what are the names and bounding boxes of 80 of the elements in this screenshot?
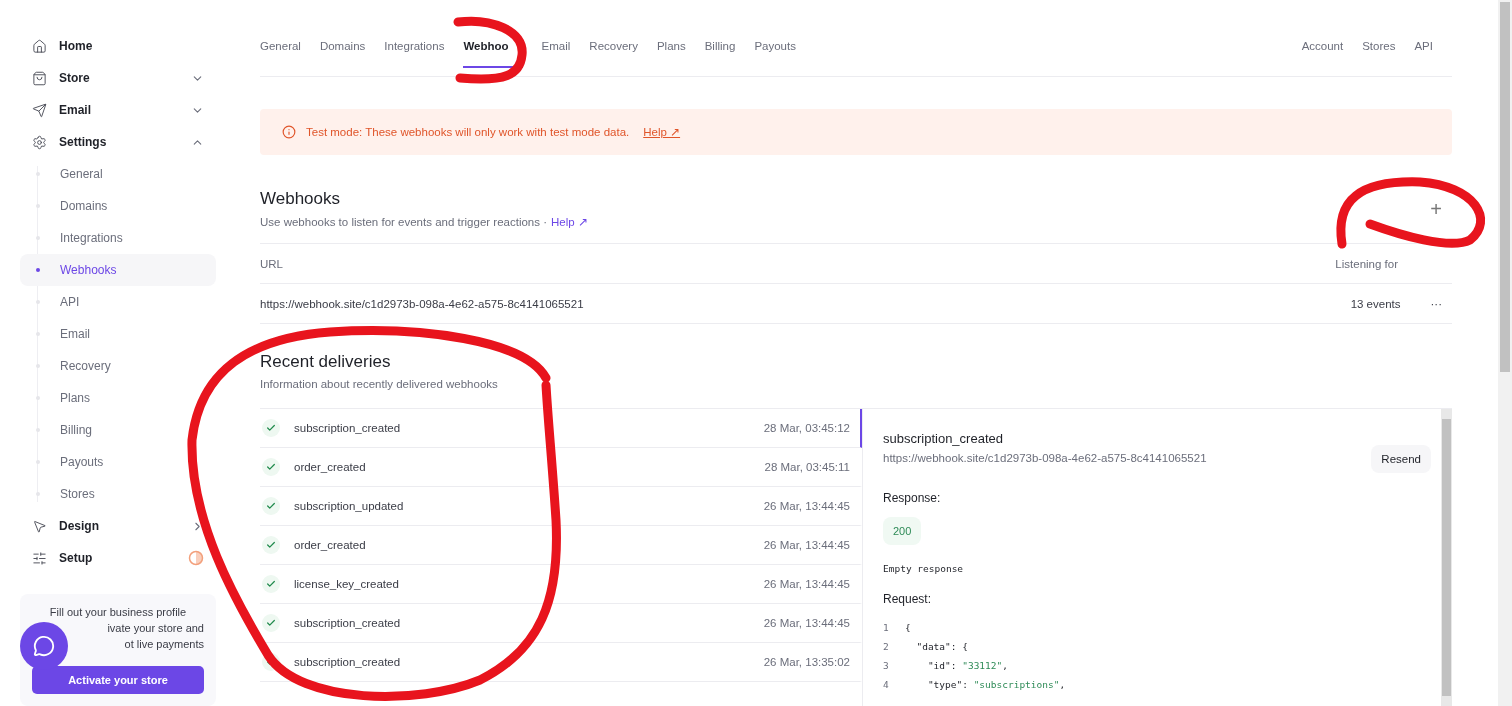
sidebar-subitem[interactable]: Plans xyxy=(20,382,216,414)
activate-store-button[interactable]: Activate your store xyxy=(32,666,204,694)
code-line: "type": "subscriptions", xyxy=(926,679,1066,690)
info-icon xyxy=(282,125,296,139)
delivery-row[interactable]: order_created 28 Mar, 03:45:11 xyxy=(260,448,862,487)
sidebar-item[interactable]: Email xyxy=(20,94,216,126)
tab[interactable]: Payouts xyxy=(754,34,796,68)
tab[interactable]: API xyxy=(1414,34,1433,68)
request-label: Request: xyxy=(883,592,933,606)
banner-text: Test mode: These webhooks will only work with test mode data. xyxy=(306,126,630,138)
shopping-bag-icon xyxy=(32,70,47,86)
delivery-row[interactable]: subscription_updated 26 Mar, 13:44:45 xyxy=(260,487,862,526)
paper-plane-icon xyxy=(32,102,47,118)
line-number: 3 xyxy=(883,660,890,671)
line-number: 2 xyxy=(883,641,890,652)
sidebar-item[interactable]: Settings xyxy=(20,126,216,158)
sidebar-item[interactable]: Home xyxy=(20,30,216,62)
code-line: "id": "33112", xyxy=(926,660,1008,671)
line-number: 1 xyxy=(883,622,890,633)
scrollbar[interactable] xyxy=(1441,409,1452,706)
code-line: { xyxy=(905,622,911,633)
tab[interactable]: Stores xyxy=(1362,34,1396,68)
sidebar-item[interactable]: Store xyxy=(20,62,216,94)
scrollbar[interactable] xyxy=(1498,0,1512,706)
chat-button[interactable] xyxy=(20,622,68,670)
response-label: Response: xyxy=(883,491,942,505)
sidebar-subitem[interactable]: Integrations xyxy=(20,222,216,254)
sidebar-subitem[interactable]: Domains xyxy=(20,190,216,222)
delivery-row[interactable]: subscription_created 26 Mar, 13:44:45 xyxy=(260,604,862,643)
settings-icon xyxy=(32,134,47,150)
help-link[interactable]: Help ↗ xyxy=(551,216,588,228)
sidebar-subitem[interactable]: Email xyxy=(20,318,216,350)
tab[interactable]: Email xyxy=(541,34,571,68)
promo-text: Fill out your business profile xyxy=(49,605,187,620)
sidebar-subitem[interactable]: Billing xyxy=(20,414,216,446)
line-number: 4 xyxy=(883,679,890,690)
promo-text: ivate your store and xyxy=(107,621,204,636)
webhook-url: https://webhook.site/c1d2973b-098a-4e62-a575-8c4141065521 xyxy=(883,452,1207,464)
tab[interactable]: Account xyxy=(1301,34,1344,68)
tab[interactable]: Webhoo xyxy=(463,34,523,68)
tab[interactable]: Plans xyxy=(656,34,686,68)
progress-ring-icon xyxy=(188,550,204,566)
tab[interactable]: Integrations xyxy=(384,34,445,68)
table-cell: 13 events xyxy=(1350,297,1401,310)
sidebar-item[interactable]: Setup xyxy=(20,542,216,574)
sidebar-item[interactable]: Design xyxy=(20,510,216,542)
section-title: Webhooks xyxy=(260,189,341,209)
event-title: subscription_created xyxy=(883,431,1004,446)
delivery-row[interactable]: order_created 26 Mar, 13:44:45 xyxy=(260,526,862,565)
resend-button[interactable]: Resend xyxy=(1371,445,1431,473)
tab[interactable]: Domains xyxy=(319,34,366,68)
response-body: Empty response xyxy=(883,563,965,574)
sidebar-subitem[interactable]: Recovery xyxy=(20,350,216,382)
add-button[interactable]: + xyxy=(1420,197,1452,221)
more-button[interactable]: ··· xyxy=(1430,297,1442,310)
home-icon xyxy=(32,38,47,54)
table-cell-text: https://webhook.site/c1d2973b-098a-4e62-a575-8c4141065521 xyxy=(260,297,585,310)
delivery-row[interactable]: subscription_created 28 Mar, 03:45:12 xyxy=(260,409,862,448)
column-header: Listening for xyxy=(1335,257,1399,270)
section-subtitle: Use webhooks to listen for events and trigger reactions · xyxy=(260,216,547,228)
status-badge: 200 xyxy=(883,517,922,545)
sidebar-subitem[interactable]: General xyxy=(20,158,216,190)
section-title: Recent deliveries xyxy=(260,352,392,372)
tab[interactable]: Recovery xyxy=(589,34,638,68)
sidebar-subitem[interactable]: Stores xyxy=(20,478,216,510)
cursor-icon xyxy=(32,518,47,534)
help-link[interactable]: Help ↗ xyxy=(643,125,681,139)
sidebar-subitem[interactable]: Payouts xyxy=(20,446,216,478)
sliders-icon xyxy=(32,550,47,566)
column-header: URL xyxy=(260,257,284,270)
tab[interactable]: Billing xyxy=(704,34,736,68)
code-line: "data": { xyxy=(915,641,968,652)
tab[interactable]: General xyxy=(260,34,301,68)
delivery-row[interactable]: subscription_created 26 Mar, 13:35:02 xyxy=(260,643,862,682)
sidebar-subitem[interactable]: API xyxy=(20,286,216,318)
promo-text: ot live payments xyxy=(124,637,204,652)
delivery-row[interactable]: license_key_created 26 Mar, 13:44:45 xyxy=(260,565,862,604)
section-subtitle: Information about recently delivered webhooks xyxy=(260,378,498,390)
chat-bubble-icon xyxy=(33,635,55,657)
sidebar-subitem[interactable]: Webhooks xyxy=(20,254,216,286)
